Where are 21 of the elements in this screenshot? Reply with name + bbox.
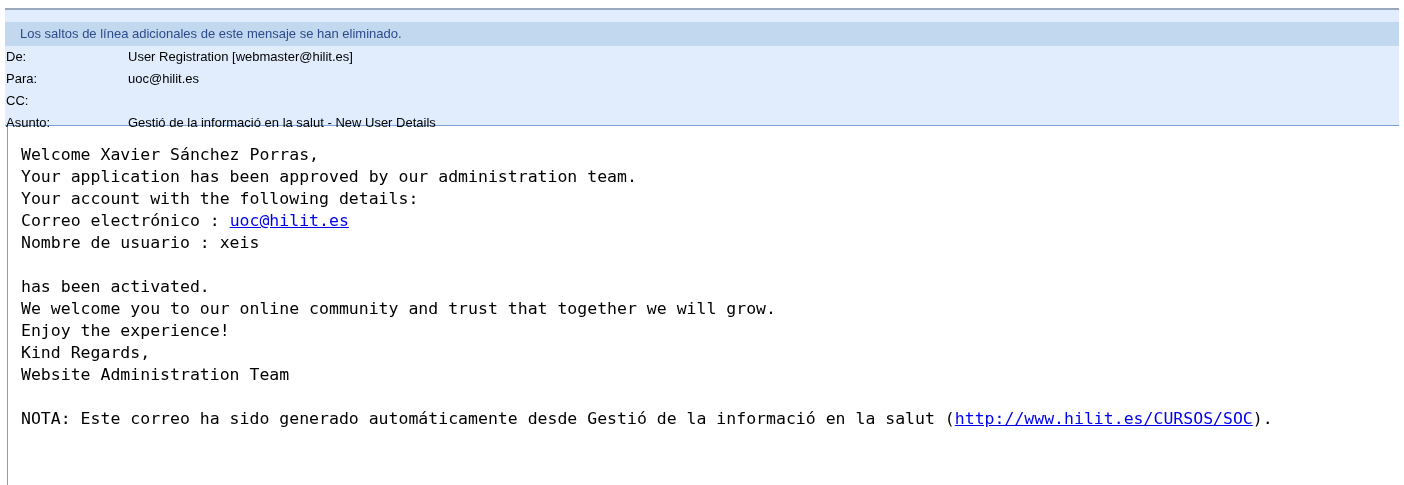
- body-text: Welcome Xavier Sánchez Porras,: [21, 145, 319, 164]
- body-text: Correo electrónico : uoc@hilit.es: [21, 211, 349, 230]
- field-value: User Registration [webmaster@hilit.es]: [128, 48, 353, 66]
- field-label: CC:: [6, 92, 30, 110]
- field-label: Asunto:: [6, 114, 52, 132]
- body-text: Nombre de usuario : xeis: [21, 233, 260, 252]
- body-text: Website Administration Team: [21, 365, 290, 384]
- email-link[interactable]: uoc@hilit.es: [229, 211, 349, 230]
- info-bar: Los saltos de línea adicionales de este mensaje se han eliminado.: [5, 22, 1399, 46]
- body-text: Enjoy the experience!: [21, 321, 230, 340]
- body-text: Your account with the following details:: [21, 189, 419, 208]
- field-label: Para:: [6, 70, 39, 88]
- field-value: Gestió de la informació en la salut - New User Details: [128, 114, 436, 132]
- body-text: NOTA: Este correo ha sido generado automáticamente desde Gestió de la informació en la salut (http://www.hilit.es/CURSOS/SOC).: [21, 409, 1273, 428]
- email-link[interactable]: http://www.hilit.es/CURSOS/SOC: [954, 409, 1253, 428]
- body-text: has been activated.: [21, 277, 210, 296]
- field-label: De:: [6, 48, 28, 66]
- body-text: Kind Regards,: [21, 343, 151, 362]
- body-text: Your application has been approved by our administration team.: [21, 167, 637, 186]
- body-text: We welcome you to our online community and trust that together we will grow.: [21, 299, 776, 318]
- field-value: uoc@hilit.es: [128, 70, 199, 88]
